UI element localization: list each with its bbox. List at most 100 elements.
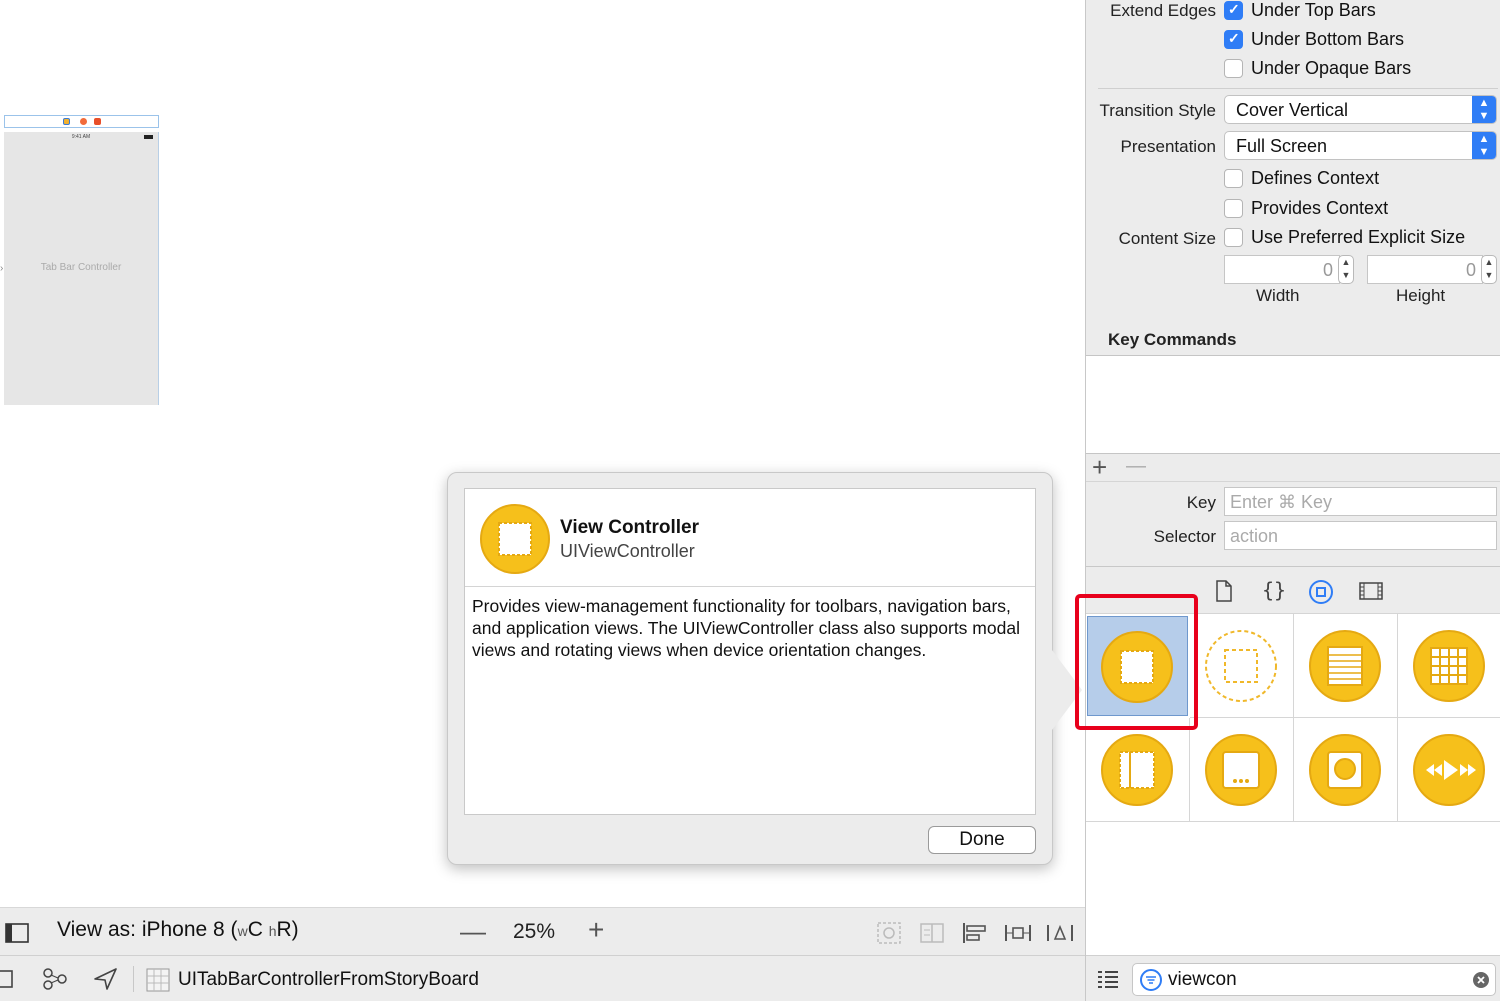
library-search-value: viewcon bbox=[1168, 969, 1237, 990]
presentation-value: Full Screen bbox=[1236, 136, 1328, 156]
view-hierarchy-debug-icon[interactable] bbox=[42, 967, 68, 991]
library-item-storyboard-reference[interactable] bbox=[1190, 614, 1294, 718]
library-item-table-view-controller[interactable] bbox=[1294, 614, 1398, 718]
canvas-bottom-bar: View as: iPhone 8 (wC hR) — 25% + bbox=[0, 907, 1085, 955]
height-field[interactable]: 0 bbox=[1367, 255, 1483, 284]
first-responder-dock-icon[interactable] bbox=[80, 118, 87, 125]
library-item-split-view-controller[interactable] bbox=[1086, 718, 1190, 822]
resolve-auto-layout-issues-icon[interactable] bbox=[1046, 921, 1074, 945]
done-button[interactable]: Done bbox=[928, 826, 1036, 854]
use-preferred-explicit-size-checkbox[interactable] bbox=[1224, 228, 1243, 247]
selector-placeholder: action bbox=[1230, 526, 1279, 546]
separator bbox=[1098, 88, 1498, 89]
file-template-icon[interactable] bbox=[1214, 580, 1234, 602]
provides-context-checkbox[interactable] bbox=[1224, 199, 1243, 218]
under-top-bars-checkbox[interactable] bbox=[1224, 1, 1243, 20]
update-frames-icon[interactable] bbox=[876, 921, 902, 945]
add-key-command-button[interactable]: + bbox=[1092, 452, 1107, 483]
extend-edges-label: Extend Edges bbox=[1110, 1, 1216, 20]
selector-field[interactable]: action bbox=[1224, 521, 1497, 550]
view-as-device-button[interactable]: View as: iPhone 8 (wC hR) bbox=[57, 918, 299, 942]
zoom-out-button[interactable]: — bbox=[460, 916, 486, 947]
separator bbox=[1086, 566, 1500, 567]
zoom-in-button[interactable]: + bbox=[588, 914, 604, 946]
presentation-label: Presentation bbox=[1120, 137, 1216, 156]
height-stepper[interactable]: ▲ ▼ bbox=[1481, 255, 1497, 284]
library-item-collection-view-controller[interactable] bbox=[1398, 614, 1500, 718]
align-icon[interactable] bbox=[961, 921, 989, 945]
transition-style-value: Cover Vertical bbox=[1236, 100, 1349, 120]
size-class-h: h bbox=[268, 923, 277, 939]
glkit-view-controller-icon bbox=[1309, 734, 1381, 806]
library-item-page-view-controller[interactable] bbox=[1190, 718, 1294, 822]
under-opaque-bars-checkbox[interactable] bbox=[1224, 59, 1243, 78]
scene-status-bar-time: 9:41 AM bbox=[71, 134, 91, 140]
document-outline-toggle-icon[interactable] bbox=[5, 923, 29, 943]
code-snippet-icon[interactable]: {} bbox=[1262, 578, 1286, 602]
list-view-toggle-icon[interactable] bbox=[1097, 969, 1119, 989]
library-item-glkit-view-controller[interactable] bbox=[1294, 718, 1398, 822]
provides-context-label: Provides Context bbox=[1251, 198, 1389, 218]
popover-description: Provides view-management functionality f… bbox=[472, 596, 1020, 660]
debug-bar: UITabBarControllerFromStoryBoard bbox=[0, 955, 1085, 1001]
width-value: 0 bbox=[1322, 260, 1333, 280]
width-stepper[interactable]: ▲ ▼ bbox=[1338, 255, 1354, 284]
avkit-player-view-controller-icon bbox=[1413, 734, 1485, 806]
scene-label: Tab Bar Controller bbox=[40, 262, 122, 273]
content-size-label: Content Size bbox=[1118, 229, 1216, 248]
red-highlight-box bbox=[1075, 594, 1198, 730]
key-label: Key bbox=[1186, 493, 1216, 512]
chevron-updown-icon: ▲ ▼ bbox=[1472, 132, 1496, 159]
breadcrumb-file[interactable]: UITabBarControllerFromStoryBoard bbox=[178, 969, 479, 991]
entry-point-arrow-icon: › bbox=[0, 263, 4, 274]
library-search-field[interactable]: viewcon bbox=[1132, 963, 1496, 996]
size-class-r: R) bbox=[276, 918, 299, 941]
battery-icon bbox=[144, 135, 153, 139]
defines-context-label: Defines Context bbox=[1251, 168, 1380, 188]
transition-style-label: Transition Style bbox=[1099, 101, 1216, 120]
view-controller-dock-icon[interactable] bbox=[63, 118, 70, 125]
popover-content: View Controller UIViewController Provide… bbox=[464, 488, 1036, 815]
separator bbox=[1086, 481, 1500, 482]
separator bbox=[1086, 453, 1500, 454]
key-commands-title: Key Commands bbox=[1108, 330, 1237, 349]
embed-in-stack-icon[interactable] bbox=[919, 921, 945, 945]
width-label: Width bbox=[1256, 286, 1300, 305]
simulate-location-icon[interactable] bbox=[93, 967, 119, 991]
height-value: 0 bbox=[1465, 260, 1476, 280]
under-bottom-bars-label: Under Bottom Bars bbox=[1251, 29, 1405, 49]
zoom-level: 25% bbox=[513, 920, 556, 943]
defines-context-checkbox[interactable] bbox=[1224, 169, 1243, 188]
media-library-icon[interactable] bbox=[1359, 581, 1383, 601]
size-class-w: w bbox=[237, 923, 248, 939]
transition-style-select[interactable]: Cover Vertical ▲ ▼ bbox=[1224, 95, 1497, 124]
popover-class-name: UIViewController bbox=[560, 541, 695, 561]
clear-search-icon[interactable] bbox=[1472, 971, 1490, 989]
object-library-icon[interactable] bbox=[1308, 579, 1334, 605]
selector-label: Selector bbox=[1153, 527, 1216, 546]
view-as-prefix: View as: iPhone 8 ( bbox=[57, 918, 238, 941]
popover-header: View Controller UIViewController bbox=[465, 489, 1035, 587]
under-bottom-bars-checkbox[interactable] bbox=[1224, 30, 1243, 49]
size-class-c: C bbox=[247, 918, 263, 941]
library-item-avkit-player-view-controller[interactable] bbox=[1398, 718, 1500, 822]
collection-view-controller-icon bbox=[1413, 630, 1485, 702]
hide-debug-area-icon[interactable] bbox=[0, 969, 14, 989]
use-preferred-explicit-size-label: Use Preferred Explicit Size bbox=[1251, 227, 1466, 247]
split-view-controller-icon bbox=[1101, 734, 1173, 806]
add-new-constraints-icon[interactable] bbox=[1004, 921, 1032, 945]
key-field[interactable]: Enter ⌘ Key bbox=[1224, 487, 1497, 516]
tab-bar-controller-scene[interactable]: 9:41 AM Tab Bar Controller bbox=[4, 132, 159, 405]
presentation-select[interactable]: Full Screen ▲ ▼ bbox=[1224, 131, 1497, 160]
exit-dock-icon[interactable] bbox=[94, 118, 101, 125]
remove-key-command-button[interactable]: — bbox=[1126, 455, 1146, 478]
divider bbox=[133, 966, 134, 992]
key-commands-list[interactable] bbox=[1086, 356, 1500, 453]
filter-icon bbox=[1140, 969, 1162, 991]
scene-dock[interactable] bbox=[4, 115, 159, 128]
page-view-controller-icon bbox=[1205, 734, 1277, 806]
table-view-controller-icon bbox=[1309, 630, 1381, 702]
key-placeholder: Enter ⌘ Key bbox=[1230, 492, 1333, 512]
width-field[interactable]: 0 bbox=[1224, 255, 1340, 284]
under-opaque-bars-label: Under Opaque Bars bbox=[1251, 58, 1412, 78]
